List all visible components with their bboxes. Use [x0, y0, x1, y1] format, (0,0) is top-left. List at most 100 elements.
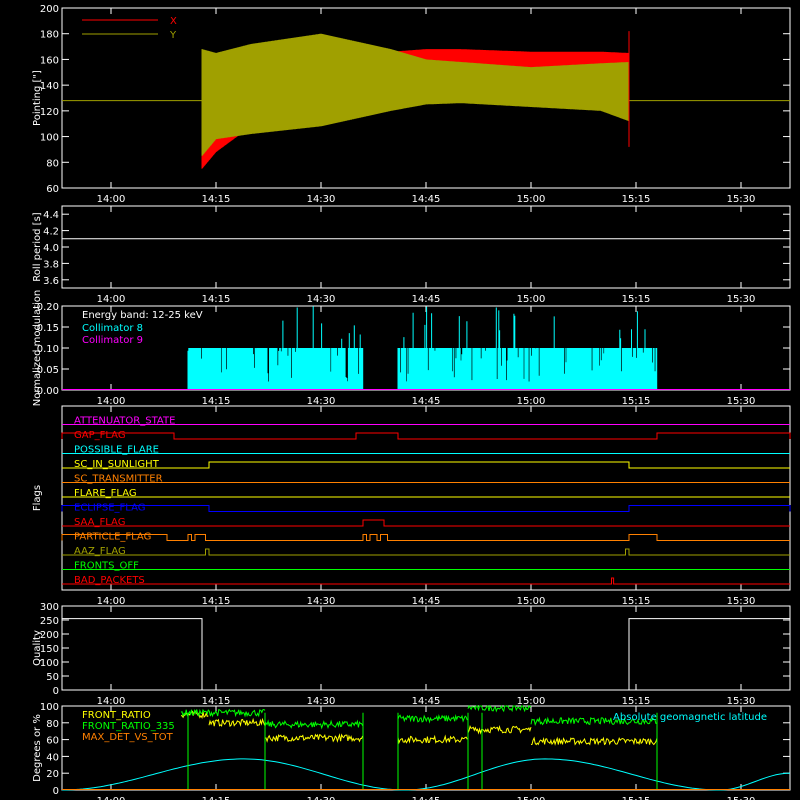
flag-trace-particle-flag — [61, 534, 790, 541]
y-tick-label-quality-1: 50 — [46, 672, 59, 683]
x-tick-label-quality-4: 15:00 — [517, 696, 546, 707]
y-axis-label-ratios: Degrees or % — [32, 714, 43, 782]
series-front-ratio — [180, 710, 658, 746]
x-tick-label-flags-1: 14:15 — [202, 596, 231, 607]
y-tick-label-pointing-5: 160 — [40, 55, 59, 66]
x-tick-label-roll-4: 15:00 — [517, 294, 546, 305]
x-tick-label-pointing-5: 15:15 — [622, 194, 651, 205]
x-tick-label-ratios-6: 15:30 — [727, 796, 756, 800]
x-tick-label-quality-0: 14:00 — [97, 696, 126, 707]
x-tick-label-pointing-1: 14:15 — [202, 194, 231, 205]
quicklook-plot: 14:00 14:15 14:30 14:45 15:00 15:15 15:30Point… — [32, 4, 791, 800]
panel-frame-roll — [61, 205, 791, 289]
x-tick-label-quality-3: 14:45 — [412, 696, 441, 707]
series-front-ratio-335 — [180, 704, 658, 730]
y-tick-label-ratios-4: 80 — [46, 719, 59, 730]
collimator-8-bars — [187, 306, 658, 390]
y-tick-label-quality-2: 100 — [40, 658, 59, 669]
legend-front-ratio-335: FRONT_RATIO_335 — [82, 721, 175, 732]
x-tick-label-flags-4: 15:00 — [517, 596, 546, 607]
y-tick-label-roll-2: 4.0 — [43, 243, 59, 254]
x-tick-label-flags-3: 14:45 — [412, 596, 441, 607]
flag-trace-saa-flag — [62, 519, 790, 527]
y-tick-label-modulation-1: 0.05 — [37, 365, 59, 376]
y-axis-label-flags: Flags — [32, 485, 43, 511]
energy-band-annotation: Energy band: 12-25 keV — [82, 310, 203, 321]
x-tick-label-modulation-0: 14:00 — [97, 396, 126, 407]
x-tick-label-roll-3: 14:45 — [412, 294, 441, 305]
y-tick-label-quality-5: 250 — [40, 616, 59, 627]
x-tick-label-flags-2: 14:30 — [307, 596, 336, 607]
legend-label-y: Y — [169, 30, 177, 41]
x-tick-label-roll-1: 14:15 — [202, 294, 231, 305]
flag-label-gap-flag: GAP_FLAG — [74, 430, 126, 441]
flag-trace-bad-packets — [62, 577, 790, 585]
x-tick-label-modulation-6: 15:30 — [727, 396, 756, 407]
x-tick-label-modulation-5: 15:15 — [622, 396, 651, 407]
x-tick-label-pointing-6: 15:30 — [727, 194, 756, 205]
legend-front-ratio: FRONT_RATIO — [82, 710, 151, 721]
y-tick-label-pointing-6: 180 — [40, 30, 59, 41]
x-tick-label-roll-5: 15:15 — [622, 294, 651, 305]
x-tick-label-roll-6: 15:30 — [727, 294, 756, 305]
legend-collimator-8: Collimator 8 — [82, 323, 143, 334]
x-tick-label-roll-2: 14:30 — [307, 294, 336, 305]
y-tick-label-modulation-0: 0.00 — [37, 386, 59, 397]
y-tick-label-quality-4: 200 — [40, 630, 59, 641]
x-tick-label-flags-0: 14:00 — [97, 596, 126, 607]
y-tick-label-modulation-2: 0.10 — [37, 344, 59, 355]
x-tick-label-pointing-3: 14:45 — [412, 194, 441, 205]
x-tick-label-quality-1: 14:15 — [202, 696, 231, 707]
x-tick-label-pointing-4: 15:00 — [517, 194, 546, 205]
y-tick-label-roll-0: 3.6 — [43, 276, 59, 287]
y-tick-label-ratios-1: 20 — [46, 769, 59, 780]
y-tick-label-ratios-0: 0 — [53, 786, 59, 797]
x-tick-label-pointing-0: 14:00 — [97, 194, 126, 205]
y-tick-label-pointing-3: 120 — [40, 107, 59, 118]
y-tick-label-modulation-3: 0.15 — [37, 323, 59, 334]
y-tick-label-quality-0: 0 — [53, 686, 59, 697]
flag-trace-sc-in-sunlight — [62, 461, 790, 469]
legend-label-x: X — [170, 16, 177, 27]
flag-label-eclipse-flag: ECLIPSE_FLAG — [74, 503, 145, 514]
y-tick-label-pointing-0: 60 — [46, 184, 59, 195]
legend-geomagnetic-latitude: Absolute geomagnetic latitude — [613, 712, 767, 723]
x-tick-label-modulation-4: 15:00 — [517, 396, 546, 407]
flag-trace-aaz-flag — [62, 548, 790, 556]
collimator-8-series — [187, 306, 658, 390]
x-tick-label-ratios-4: 15:00 — [517, 796, 546, 800]
flag-label-particle-flag: PARTICLE_FLAG — [74, 532, 151, 543]
x-tick-label-quality-6: 15:30 — [727, 696, 756, 707]
legend-collimator-9: Collimator 9 — [82, 335, 143, 346]
x-tick-label-modulation-1: 14:15 — [202, 396, 231, 407]
y-tick-label-quality-6: 300 — [40, 602, 59, 613]
y-tick-label-ratios-2: 40 — [46, 752, 59, 763]
x-tick-label-quality-5: 15:15 — [622, 696, 651, 707]
flag-trace-gap-flag — [61, 432, 791, 440]
x-tick-label-ratios-1: 14:15 — [202, 796, 231, 800]
y-tick-label-roll-1: 3.8 — [43, 259, 59, 270]
panel-frame-flags — [61, 405, 791, 591]
y-tick-label-pointing-1: 80 — [46, 158, 59, 169]
x-tick-label-ratios-0: 14:00 — [97, 796, 126, 800]
y-tick-label-pointing-4: 140 — [40, 81, 59, 92]
pointing-plot — [62, 31, 790, 169]
y-tick-label-pointing-7: 200 — [40, 4, 59, 15]
y-tick-label-roll-4: 4.4 — [43, 210, 59, 221]
x-tick-label-flags-6: 15:30 — [727, 596, 756, 607]
y-tick-label-ratios-5: 100 — [40, 702, 59, 713]
x-tick-label-ratios-3: 14:45 — [412, 796, 441, 800]
x-tick-label-modulation-3: 14:45 — [412, 396, 441, 407]
x-tick-label-ratios-5: 15:15 — [622, 796, 651, 800]
x-tick-label-ratios-2: 14:30 — [307, 796, 336, 800]
x-tick-label-quality-2: 14:30 — [307, 696, 336, 707]
y-tick-label-quality-3: 150 — [40, 644, 59, 655]
legend-max-det-vs-tot: MAX_DET_VS_TOT — [82, 732, 174, 743]
x-tick-label-flags-5: 15:15 — [622, 596, 651, 607]
x-tick-label-roll-0: 14:00 — [97, 294, 126, 305]
quality-series — [62, 618, 790, 691]
y-tick-label-roll-3: 4.2 — [43, 227, 59, 238]
y-tick-label-pointing-2: 100 — [40, 133, 59, 144]
y-tick-label-ratios-3: 60 — [46, 736, 59, 747]
flag-trace-eclipse-flag — [61, 505, 791, 512]
